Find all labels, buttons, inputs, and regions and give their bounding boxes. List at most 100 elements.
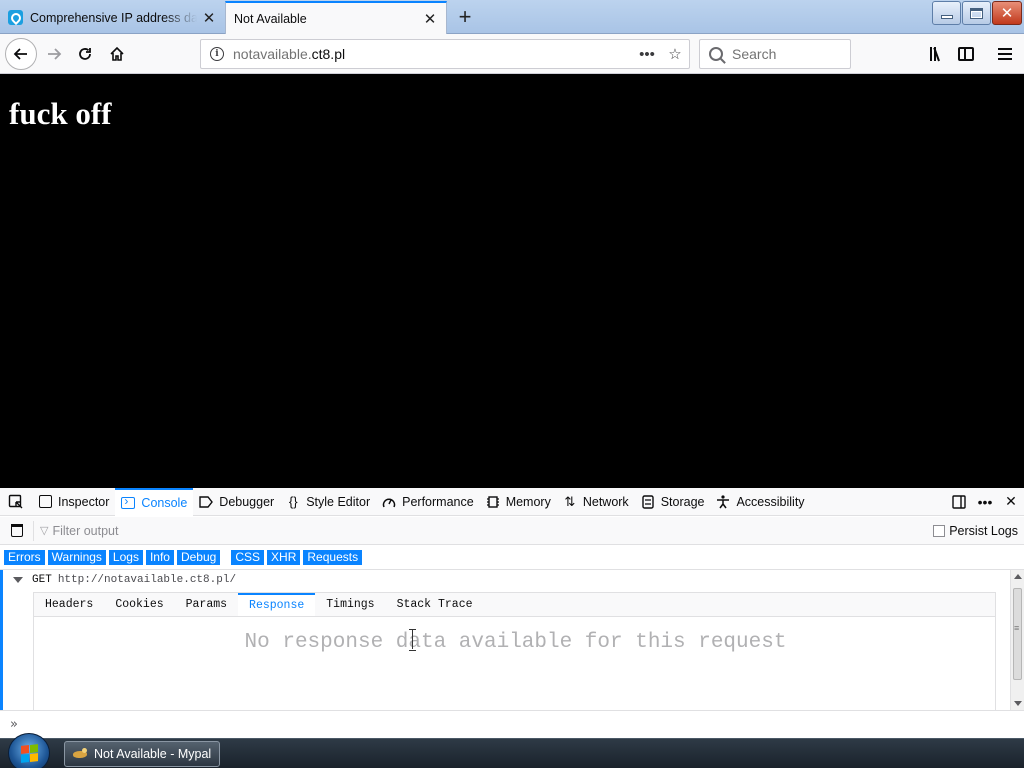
- restore-button[interactable]: [962, 1, 991, 25]
- expand-triangle-icon[interactable]: [13, 577, 23, 583]
- storage-icon: [641, 494, 655, 509]
- forward-button[interactable]: [39, 39, 69, 69]
- minimize-button[interactable]: [932, 1, 961, 25]
- tab-console[interactable]: Console: [115, 487, 194, 516]
- close-icon: ✕: [1005, 493, 1017, 509]
- style-editor-icon: {}: [288, 494, 298, 509]
- search-input[interactable]: [732, 46, 842, 62]
- devtools-more-button[interactable]: •••: [972, 488, 998, 516]
- bookmark-star-icon[interactable]: ☆: [661, 40, 689, 68]
- site-info-icon[interactable]: i: [210, 47, 224, 61]
- divider: [33, 520, 34, 541]
- tab-title: Not Available: [234, 11, 307, 26]
- url-text[interactable]: notavailable.ct8.pl: [233, 46, 633, 62]
- minimize-icon: [940, 15, 953, 19]
- dock-side-button[interactable]: [946, 488, 972, 516]
- filter-errors-button[interactable]: Errors: [4, 550, 45, 565]
- console-prompt-icon: »: [10, 717, 18, 732]
- tab-close-icon[interactable]: ✕: [422, 11, 438, 28]
- back-button[interactable]: [5, 38, 37, 70]
- close-window-button[interactable]: ✕: [992, 1, 1022, 25]
- tab-close-icon[interactable]: ✕: [201, 10, 217, 27]
- taskbar-item-label: Not Available - Mypal: [94, 747, 212, 761]
- console-category-filters: Errors Warnings Logs Info Debug CSS XHR …: [0, 546, 1024, 570]
- page-actions-icon[interactable]: •••: [633, 40, 661, 68]
- filter-funnel-icon: ▽: [40, 525, 49, 537]
- home-icon: [110, 46, 124, 61]
- filter-output-input[interactable]: [52, 523, 353, 538]
- search-bar[interactable]: [699, 39, 851, 69]
- tab-style-editor[interactable]: {} Style Editor: [280, 488, 376, 516]
- window-controls: ✕: [931, 1, 1022, 25]
- reload-button[interactable]: [70, 39, 100, 69]
- page-content: fuck off: [0, 74, 1024, 488]
- devtools-panel: Inspector Console Debugger {} Style Edit…: [0, 487, 1024, 738]
- tab-performance[interactable]: Performance: [376, 488, 480, 516]
- console-output: GET http://notavailable.ct8.pl/ Headers …: [0, 570, 1010, 710]
- scroll-up-arrow-icon[interactable]: [1014, 574, 1022, 579]
- tab-cookies[interactable]: Cookies: [104, 593, 174, 616]
- restore-icon: [970, 7, 983, 19]
- filter-requests-button[interactable]: Requests: [303, 550, 363, 565]
- tab-params[interactable]: Params: [175, 593, 238, 616]
- filter-debug-button[interactable]: Debug: [176, 550, 221, 565]
- start-button[interactable]: [8, 733, 50, 768]
- search-icon: [709, 47, 723, 61]
- url-bar[interactable]: i notavailable.ct8.pl ••• ☆: [200, 39, 690, 69]
- performance-icon: [382, 495, 396, 509]
- mypal-app-icon: [73, 748, 89, 760]
- tab-debugger[interactable]: Debugger: [193, 488, 280, 516]
- network-details-tabs: Headers Cookies Params Response Timings …: [34, 593, 995, 617]
- tab-label: Style Editor: [306, 494, 371, 509]
- scrollbar-thumb[interactable]: [1013, 588, 1022, 680]
- tab-inspector[interactable]: Inspector: [32, 488, 115, 516]
- tab-label: Debugger: [219, 494, 275, 509]
- menu-button[interactable]: [990, 39, 1020, 69]
- close-devtools-button[interactable]: ✕: [998, 488, 1024, 516]
- tab-ipinfo[interactable]: Comprehensive IP address data, IP geoloc…: [0, 1, 225, 34]
- console-scrollbar[interactable]: [1010, 570, 1024, 710]
- scroll-down-arrow-icon[interactable]: [1014, 701, 1022, 706]
- tab-storage[interactable]: Storage: [635, 488, 711, 516]
- library-icon: [930, 47, 940, 62]
- reload-icon: [79, 48, 91, 60]
- persist-logs-toggle[interactable]: Persist Logs: [933, 524, 1018, 538]
- tab-response[interactable]: Response: [238, 593, 316, 616]
- element-picker-icon: [8, 494, 23, 508]
- filter-info-button[interactable]: Info: [145, 550, 174, 565]
- filter-xhr-button[interactable]: XHR: [267, 550, 301, 565]
- network-icon: ⇅: [564, 493, 576, 509]
- devtools-right-controls: ••• ✕: [946, 488, 1024, 516]
- tab-label: Storage: [660, 494, 705, 509]
- taskbar-item-mypal[interactable]: Not Available - Mypal: [64, 741, 220, 767]
- tab-label: Console: [141, 495, 188, 510]
- tab-network[interactable]: ⇅ Network: [557, 488, 635, 516]
- clear-console-trash-icon[interactable]: [11, 524, 23, 537]
- element-picker-button[interactable]: [0, 488, 32, 516]
- url-host: ct8.pl: [311, 46, 346, 62]
- new-tab-button[interactable]: +: [451, 3, 479, 31]
- tab-memory[interactable]: Memory: [480, 488, 557, 516]
- console-input-line[interactable]: »: [0, 710, 1024, 738]
- home-button[interactable]: [102, 39, 132, 69]
- tab-label: Performance: [402, 494, 474, 509]
- console-icon: [121, 494, 136, 510]
- text-cursor-icon: [409, 629, 416, 651]
- tab-label: Network: [582, 494, 629, 509]
- tab-accessibility[interactable]: Accessibility: [710, 488, 810, 516]
- tab-stack-trace[interactable]: Stack Trace: [386, 593, 484, 616]
- tab-label: Inspector: [58, 494, 110, 509]
- filter-warnings-button[interactable]: Warnings: [47, 550, 106, 565]
- tab-headers[interactable]: Headers: [34, 593, 104, 616]
- network-log-entry[interactable]: GET http://notavailable.ct8.pl/: [13, 574, 236, 586]
- persist-logs-checkbox[interactable]: [933, 524, 946, 537]
- filter-css-button[interactable]: CSS: [231, 550, 265, 565]
- log-url[interactable]: http://notavailable.ct8.pl/: [58, 574, 236, 586]
- filter-logs-button[interactable]: Logs: [108, 550, 143, 565]
- tab-timings[interactable]: Timings: [315, 593, 385, 616]
- tab-title: Comprehensive IP address data, IP geoloc…: [30, 10, 197, 25]
- log-method: GET: [32, 574, 52, 586]
- library-button[interactable]: [920, 39, 950, 69]
- tab-not-available[interactable]: Not Available ✕: [225, 1, 447, 34]
- sidebar-button[interactable]: [951, 39, 981, 69]
